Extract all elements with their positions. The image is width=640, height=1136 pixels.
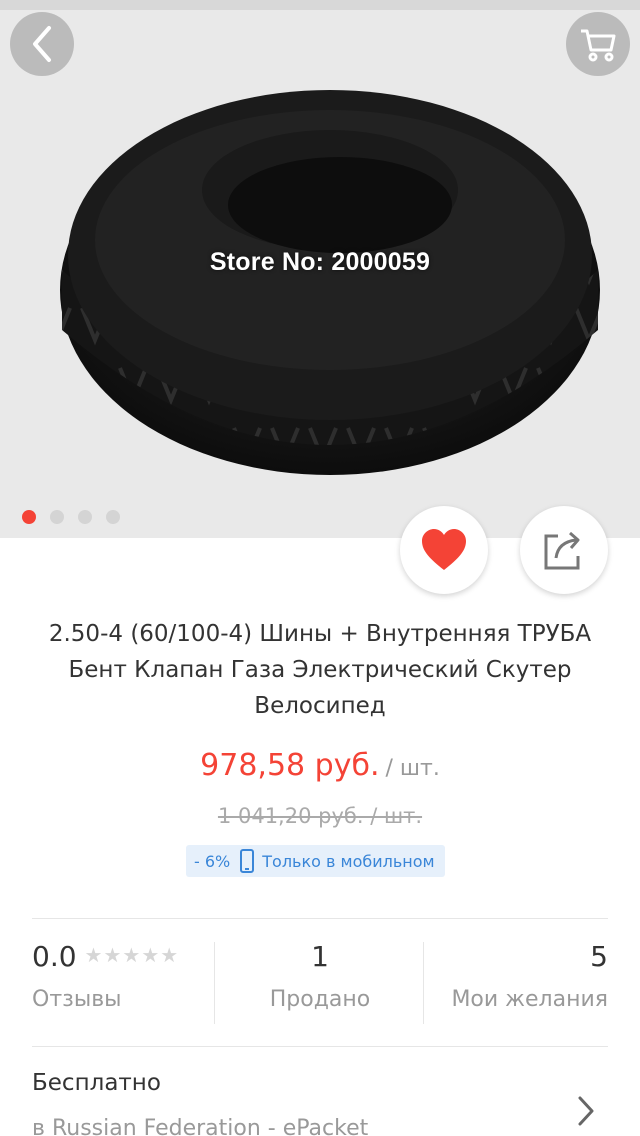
carousel-dot[interactable]: [78, 510, 92, 524]
carousel-dot[interactable]: [22, 510, 36, 524]
back-button[interactable]: [10, 12, 74, 76]
wishlist-count: 5: [590, 940, 608, 973]
star-icon: ★: [141, 943, 160, 967]
star-icon: ★: [122, 943, 141, 967]
divider: [32, 1046, 608, 1047]
current-price: 978,58 руб.: [200, 748, 380, 783]
carousel-dot[interactable]: [106, 510, 120, 524]
wishlist-stat[interactable]: 5 Мои желания: [424, 940, 608, 1030]
wishlist-label: Мои желания: [451, 987, 608, 1012]
original-price: 1 041,20 руб. / шт.: [217, 804, 423, 828]
rating-stars: ★ ★ ★ ★ ★: [85, 945, 179, 965]
mobile-phone-icon: [240, 849, 255, 873]
cart-icon: [581, 29, 616, 62]
mobile-only-label: Только в мобильном: [262, 851, 435, 871]
heart-icon: [422, 529, 466, 570]
star-icon: ★: [103, 943, 122, 967]
carousel-indicator: [22, 510, 120, 524]
reviews-stat[interactable]: 0.0 ★ ★ ★ ★ ★ Отзывы: [32, 940, 212, 1030]
sold-stat: 1 Продано: [216, 940, 424, 1030]
product-image-carousel[interactable]: Store No: 2000059: [0, 0, 640, 538]
price-unit: / шт.: [385, 756, 440, 781]
stat-separator: [423, 942, 424, 1024]
chevron-left-icon: [33, 26, 51, 62]
mobile-discount-badge: - 6% Только в мобильном: [186, 845, 445, 877]
star-icon: ★: [84, 943, 103, 967]
chevron-right-icon[interactable]: [574, 1094, 598, 1128]
add-to-wishlist-button[interactable]: [400, 506, 488, 594]
share-button[interactable]: [520, 506, 608, 594]
divider: [32, 918, 608, 919]
product-stats: 0.0 ★ ★ ★ ★ ★ Отзывы 1 Продано 5 Мои желания: [0, 940, 640, 1030]
discount-percent: - 6%: [194, 851, 231, 871]
product-title: 2.50-4 (60/100-4) Шины + Внутренняя ТРУБ…: [48, 621, 592, 719]
image-watermark: Store No: 2000059: [209, 248, 431, 276]
stat-separator: [214, 942, 215, 1024]
sold-label: Продано: [269, 987, 371, 1012]
cart-button[interactable]: [566, 12, 630, 76]
star-icon: ★: [160, 943, 179, 967]
sold-count: 1: [311, 940, 329, 973]
shipping-method: в Russian Federation - ePacket: [32, 1116, 369, 1136]
price-row: 978,58 руб. / шт.: [0, 748, 640, 783]
reviews-label: Отзывы: [32, 987, 122, 1012]
rating-value: 0.0: [32, 940, 77, 973]
shipping-cost: Бесплатно: [32, 1070, 161, 1096]
share-icon: [544, 531, 580, 570]
shipping-row[interactable]: Бесплатно в Russian Federation - ePacket: [32, 1070, 608, 1136]
carousel-dot[interactable]: [50, 510, 64, 524]
